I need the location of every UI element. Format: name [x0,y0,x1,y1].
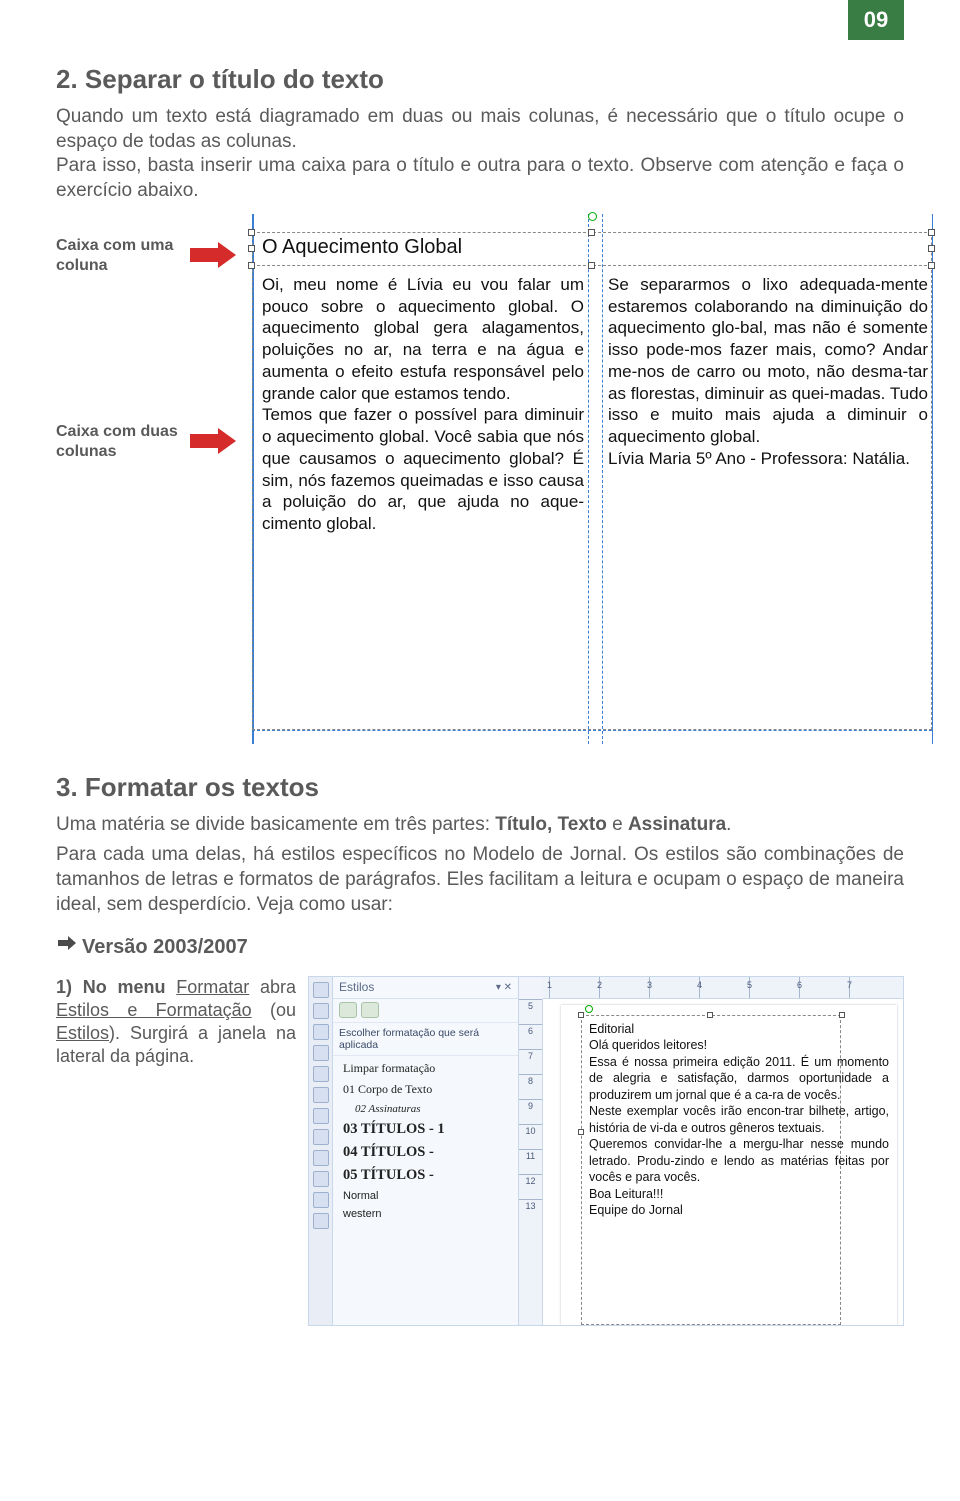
section-3-heading: 3. Formatar os textos [56,772,904,803]
ruler-tick: 5 [519,999,542,1024]
page-number-badge: 09 [848,0,904,40]
frame-handle [588,229,595,236]
word-screenshot: Estilos ▾ ✕ Escolher formatação que será… [308,976,904,1326]
frame-handle [928,229,935,236]
document-area: Editorial Olá queridos leitores! Essa é … [543,999,903,1325]
p1-bold: Título, Texto [495,814,607,835]
label-one-column: Caixa com uma coluna [56,236,186,276]
ruler-num: 2 [597,980,602,990]
ruler-num: 3 [647,980,652,990]
styles-button[interactable] [361,1002,379,1018]
tool-icon[interactable] [313,1045,329,1061]
tool-icon[interactable] [313,1003,329,1019]
ruler-horizontal: 1 2 3 4 5 6 7 [543,977,903,999]
version-line: Versão 2003/2007 [56,936,904,962]
ruler-tick: 10 [519,1124,542,1149]
frame-handle [588,262,595,269]
frame-handle [839,1012,845,1018]
step-mid2: (ou [252,1000,296,1020]
section-2-para: Quando um texto está diagramado em duas … [56,105,904,204]
step-u2: Estilos e Formatação [56,1000,252,1020]
style-item-title1[interactable]: 03 TÍTULOS - 1 [333,1118,518,1141]
figure-text-frames: Caixa com uma coluna Caixa com duas colu… [56,214,904,744]
guide-bottom [252,730,932,731]
vertical-toolbar [309,977,333,1325]
tool-icon[interactable] [313,982,329,998]
ruler-num: 7 [847,980,852,990]
style-item-normal[interactable]: Normal [333,1187,518,1205]
col-right-text: Se separarmos o lixo adequada-mente esta… [608,274,928,470]
ruler-tick: 11 [519,1149,542,1174]
tool-icon[interactable] [313,1150,329,1166]
label-two-columns: Caixa com duas colunas [56,422,186,462]
p1-mid: e [607,814,628,835]
frame-handle [578,1012,584,1018]
arrow-icon [190,428,236,454]
frame-handle [248,262,255,269]
styles-pane: Estilos ▾ ✕ Escolher formatação que será… [333,977,519,1325]
tool-icon[interactable] [313,1087,329,1103]
step-mid1: abra [249,977,296,997]
frame-handle [928,245,935,252]
tool-icon[interactable] [313,1066,329,1082]
p1-bold2: Assinatura [628,814,726,835]
tool-icon[interactable] [313,1192,329,1208]
ruler-num: 6 [797,980,802,990]
arrow-icon [190,242,236,268]
frame-handle [707,1012,713,1018]
col-left-text: Oi, meu nome é Lívia eu vou falar um pou… [262,274,584,535]
step-1-instruction: 1) No menu Formatar abra Estilos e Forma… [56,976,304,1326]
step-pre: 1) No menu [56,977,176,997]
styles-button[interactable] [339,1002,357,1018]
styles-title-bar[interactable]: Estilos ▾ ✕ [333,977,518,999]
style-item-title3[interactable]: 05 TÍTULOS - [333,1164,518,1187]
styles-description: Escolher formatação que será aplicada [333,1023,518,1056]
editorial-text: Editorial Olá queridos leitores! Essa é … [589,1021,889,1219]
tool-icon[interactable] [313,1171,329,1187]
tool-icon[interactable] [313,1213,329,1229]
page-number: 09 [864,7,888,33]
section-2-heading: 2. Separar o título do texto [56,64,904,95]
ruler-num: 4 [697,980,702,990]
style-item-body[interactable]: 01 Corpo de Texto [333,1079,518,1100]
styles-list: Limpar formatação 01 Corpo de Texto 02 A… [333,1056,518,1225]
style-item-signatures[interactable]: 02 Assinaturas [333,1100,518,1118]
section-3-para2: Para cada uma delas, há estilos específi… [56,843,904,917]
style-item-western[interactable]: western [333,1205,518,1223]
ruler-vertical: 5 6 7 8 9 10 11 12 13 [519,999,543,1325]
style-item-clear[interactable]: Limpar formatação [333,1058,518,1079]
frame-handle [928,262,935,269]
version-label: Versão 2003/2007 [82,936,248,958]
style-item-title2[interactable]: 04 TÍTULOS - [333,1141,518,1164]
p1-post: . [726,814,731,835]
ruler-num: 1 [547,980,552,990]
frame-title-text: O Aquecimento Global [262,236,462,259]
ruler-tick: 12 [519,1174,542,1199]
tool-icon[interactable] [313,1024,329,1040]
ruler-tick: 9 [519,1099,542,1124]
styles-toolbar [333,999,518,1023]
tool-icon[interactable] [313,1108,329,1124]
styles-title-text: Estilos [339,980,374,994]
step-u3: Estilos [56,1023,109,1043]
frame-handle [578,1129,584,1135]
ruler-tick: 6 [519,1024,542,1049]
ruler-num: 5 [747,980,752,990]
ruler-tick: 8 [519,1074,542,1099]
anchor-icon [588,212,597,221]
frame-handle [248,229,255,236]
tool-icon[interactable] [313,1129,329,1145]
arrow-right-icon [56,936,76,962]
section-3-para1: Uma matéria se divide basicamente em trê… [56,813,904,838]
frame-handle [248,245,255,252]
chevron-down-icon[interactable]: ▾ ✕ [496,982,512,993]
p1-pre: Uma matéria se divide basicamente em trê… [56,814,495,835]
step-u1: Formatar [176,977,249,997]
ruler-tick: 13 [519,1199,542,1224]
anchor-icon [585,1005,593,1013]
ruler-tick: 7 [519,1049,542,1074]
